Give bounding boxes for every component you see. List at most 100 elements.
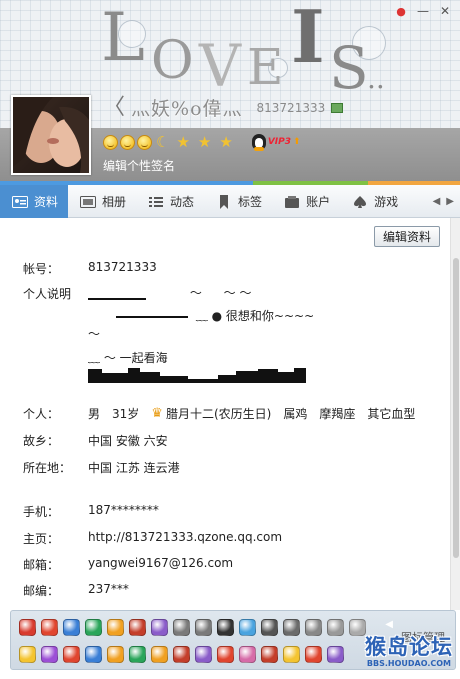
description-text: ～ <box>88 327 101 341</box>
birthday-text: 腊月十二(农历生日) <box>165 407 272 421</box>
service-icon[interactable] <box>19 619 36 636</box>
vip-badge[interactable]: VIP3 ⬆ <box>251 134 301 151</box>
service-icon[interactable] <box>283 646 300 663</box>
service-icon[interactable] <box>63 619 80 636</box>
description-line: ～ ～ ～ <box>88 284 252 301</box>
description-text: ～ <box>189 286 202 300</box>
star-sign: 摩羯座 <box>319 407 356 421</box>
gender: 男 <box>88 407 101 421</box>
mobile-value: 187******** <box>88 503 159 517</box>
service-icon[interactable] <box>85 646 102 663</box>
hometown-value: 中国 安徽 六安 <box>88 434 168 448</box>
postcode-value: 237*** <box>88 582 129 596</box>
nickname: 灬妖%o偉灬 <box>131 98 243 120</box>
service-icon[interactable] <box>283 619 300 636</box>
love-letter-o: O <box>151 31 194 91</box>
email-label: 邮箱： <box>23 558 60 572</box>
service-icon[interactable] <box>151 619 168 636</box>
service-icon[interactable] <box>107 619 124 636</box>
postcode-label: 邮编： <box>23 584 60 598</box>
triangle-left-icon[interactable]: ◀ <box>433 196 441 207</box>
service-icon[interactable] <box>173 619 190 636</box>
service-icon[interactable] <box>19 646 36 663</box>
sun-level-icon <box>120 134 135 150</box>
love-letter-v: V <box>198 32 242 95</box>
service-icon[interactable] <box>107 646 124 663</box>
tab-bar: 资料 相册 动态 标签 账户 游戏 ◀ ▶ <box>0 185 460 218</box>
tab-scroll: ◀ ▶ <box>433 185 460 217</box>
moon-level-icon: ☾ <box>156 132 170 151</box>
close-button[interactable]: ✕ <box>436 3 454 19</box>
photo-album-icon <box>80 195 97 208</box>
email-value: yangwei9167@126.com <box>88 556 234 570</box>
love-letter-s: S <box>329 34 369 95</box>
profile-header: L O V E I S .. ● — ✕ 〈 灬妖%o偉灬 813721333 … <box>0 0 460 183</box>
profile-card-icon <box>12 195 28 208</box>
service-icon[interactable] <box>41 646 58 663</box>
service-icon[interactable] <box>327 619 344 636</box>
triangle-right-icon[interactable]: ▶ <box>446 196 454 207</box>
service-icon[interactable] <box>195 619 212 636</box>
edit-profile-button[interactable]: 编辑资料 <box>373 226 440 247</box>
tab-account[interactable]: 账户 <box>272 185 340 218</box>
feed-list-icon <box>149 196 164 207</box>
love-letter-l: L <box>101 0 145 76</box>
tab-album[interactable]: 相册 <box>68 185 136 218</box>
service-icon[interactable] <box>173 646 190 663</box>
service-icon[interactable] <box>63 646 80 663</box>
service-icon[interactable] <box>217 619 234 636</box>
service-icon[interactable] <box>85 619 102 636</box>
game-spade-icon <box>354 195 367 208</box>
zodiac: 属鸡 <box>283 407 308 421</box>
tab-tags[interactable]: 标签 <box>204 185 272 218</box>
service-icon[interactable] <box>41 619 58 636</box>
minimize-button[interactable]: — <box>414 3 432 19</box>
signature-edit[interactable]: 编辑个性签名 <box>103 157 175 174</box>
decor-bar <box>88 297 146 300</box>
tab-profile[interactable]: 资料 <box>0 185 69 218</box>
service-icon[interactable] <box>239 619 256 636</box>
service-icon[interactable] <box>217 646 234 663</box>
service-icon[interactable] <box>129 619 146 636</box>
watermark-logo: 猴岛论坛 <box>365 635 453 659</box>
bookmark-tag-icon <box>220 194 229 209</box>
window-controls: ● — ✕ <box>392 3 454 19</box>
qq-number: 813721333 <box>256 100 326 115</box>
scrollbar-thumb[interactable] <box>453 258 459 558</box>
star-level-icon: ★ <box>219 132 233 151</box>
service-icon[interactable] <box>261 619 278 636</box>
pin-icon[interactable]: ● <box>392 3 410 19</box>
tab-label: 资料 <box>34 195 59 209</box>
triangle-left-icon[interactable]: ◀ <box>385 619 393 630</box>
wallet-icon <box>285 195 300 208</box>
service-icon[interactable] <box>327 646 344 663</box>
love-letter-i: I <box>291 0 325 79</box>
service-icon[interactable] <box>195 646 212 663</box>
tab-label: 游戏 <box>374 195 399 209</box>
service-icon[interactable] <box>151 646 168 663</box>
service-icon[interactable] <box>239 646 256 663</box>
icon-bar: ◀ 图标管理 猴岛论坛 BBS.HOUDAO.COM <box>10 610 456 670</box>
service-icon[interactable] <box>305 619 322 636</box>
hometown-label: 故乡： <box>23 434 60 448</box>
profile-content: 编辑资料 帐号： 813721333 个人说明 ～ ～ ～ ﹏ ● 很想和你~~… <box>0 218 460 610</box>
qq-penguin-icon <box>251 134 266 151</box>
service-icon[interactable] <box>261 646 278 663</box>
crown-icon: ♛ <box>151 406 163 421</box>
service-icon[interactable] <box>129 646 146 663</box>
personal-label: 个人： <box>23 407 60 421</box>
service-icon[interactable] <box>349 619 366 636</box>
avatar[interactable] <box>11 95 91 175</box>
tab-feed[interactable]: 动态 <box>136 185 204 218</box>
tab-games[interactable]: 游戏 <box>340 185 408 218</box>
star-level-icon: ★ <box>176 132 190 151</box>
scrollbar[interactable] <box>450 218 460 610</box>
name-row: 〈 灬妖%o偉灬 813721333 <box>103 94 344 121</box>
chevron-left-icon[interactable]: 〈 <box>103 96 125 119</box>
service-icon[interactable] <box>305 646 322 663</box>
tab-label: 标签 <box>238 195 263 209</box>
homepage-link[interactable]: http://813721333.qzone.qq.com <box>88 530 282 544</box>
description-label: 个人说明 <box>23 287 72 301</box>
location-label: 所在地： <box>23 461 72 475</box>
description-text: ～ ～ <box>223 286 252 300</box>
